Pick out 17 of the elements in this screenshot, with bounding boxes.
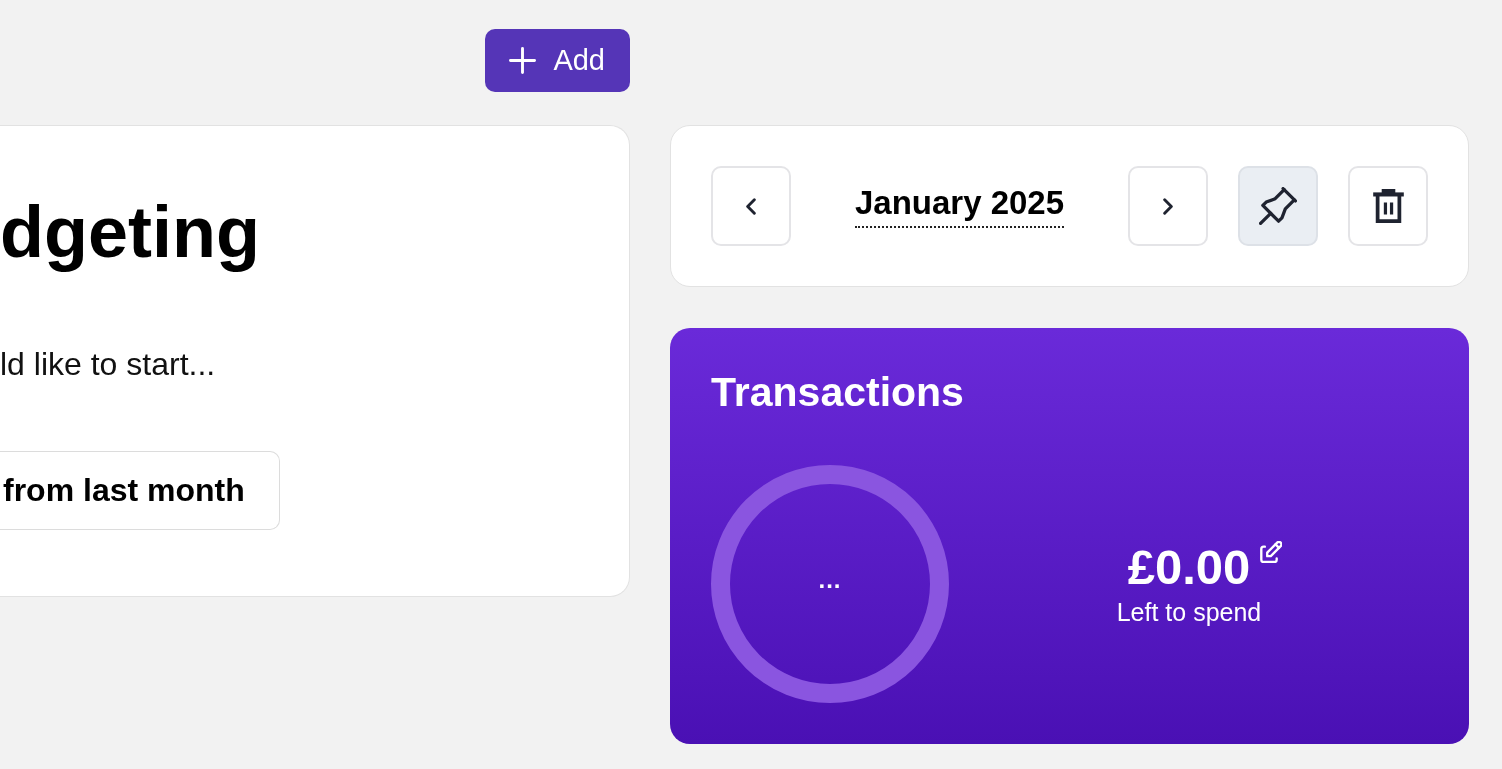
amount-caption: Left to spend — [1116, 597, 1262, 627]
add-button[interactable]: Add — [485, 29, 630, 92]
amount-value: £0.00 — [1127, 539, 1251, 595]
delete-button[interactable] — [1348, 166, 1428, 246]
edit-icon[interactable] — [1260, 541, 1283, 563]
ring-center-text: ... — [818, 568, 842, 595]
pin-button[interactable] — [1238, 166, 1318, 246]
trash-icon — [1372, 189, 1404, 223]
chevron-left-icon — [746, 197, 756, 215]
plus-icon — [509, 47, 537, 74]
pushpin-icon — [1259, 187, 1297, 225]
chevron-right-icon — [1163, 197, 1173, 215]
intro-text: ld like to start... — [0, 345, 217, 384]
month-title[interactable]: January 2025 — [854, 184, 1065, 228]
copy-button[interactable]: from last month — [0, 451, 280, 530]
card-title: dgeting — [0, 191, 261, 274]
card-title: Transactions — [711, 368, 965, 417]
